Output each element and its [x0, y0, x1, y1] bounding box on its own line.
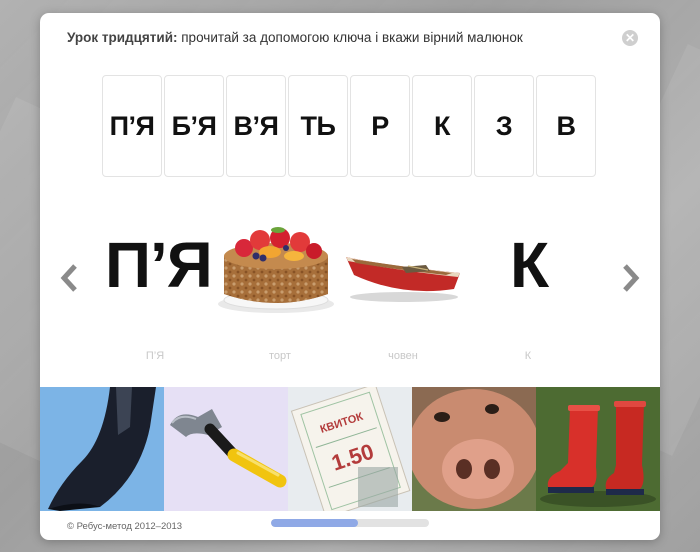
- rebus-caption: П’Я: [145, 350, 165, 362]
- key-card: Б’Я: [164, 75, 224, 177]
- answer-option[interactable]: [536, 387, 660, 511]
- copyright-text: © Ребус-метод 2012–2013: [67, 521, 183, 532]
- key-card: В’Я: [226, 75, 286, 177]
- progress-bar: [271, 519, 429, 527]
- chevron-right-icon: [623, 264, 640, 292]
- lesson-dialog: Урок тридцятий: прочитай за допомогою кл…: [40, 13, 660, 540]
- previous-arrow-button[interactable]: [59, 263, 79, 293]
- hoof-icon: [40, 387, 164, 511]
- next-arrow-button[interactable]: [621, 263, 641, 293]
- key-card: З: [474, 75, 534, 177]
- answer-options: КВИТОК 1.50: [40, 387, 660, 511]
- lesson-title: Урок тридцятий: прочитай за допомогою кл…: [67, 30, 523, 45]
- answer-option[interactable]: [164, 387, 288, 511]
- chevron-left-icon: [60, 264, 77, 292]
- close-button[interactable]: ✕: [622, 30, 638, 46]
- key-card: К: [412, 75, 472, 177]
- progress-fill: [271, 519, 358, 527]
- key-card: П’Я: [102, 75, 162, 177]
- answer-option[interactable]: КВИТОК 1.50: [288, 387, 412, 511]
- rebus-caption: торт: [269, 350, 291, 362]
- key-card: ТЬ: [288, 75, 348, 177]
- answer-option[interactable]: [40, 387, 164, 511]
- key-card: Р: [350, 75, 410, 177]
- lesson-title-bold: Урок тридцятий:: [67, 30, 178, 45]
- rebus-caption: човен: [388, 350, 418, 362]
- key-card: В: [536, 75, 596, 177]
- hammer-icon: [164, 387, 288, 511]
- ticket-icon: КВИТОК 1.50: [288, 387, 412, 511]
- red-boots-icon: [536, 387, 660, 511]
- rebus-caption: К: [524, 350, 532, 362]
- rebus-letter: К: [510, 229, 549, 301]
- close-icon: ✕: [624, 31, 636, 45]
- answer-option[interactable]: [412, 387, 536, 511]
- pig-snout-icon: [412, 387, 536, 511]
- rebus-syllable: П’Я: [105, 229, 213, 301]
- boat-icon: [346, 257, 460, 302]
- cake-icon: [218, 227, 334, 313]
- lesson-title-instruction: прочитай за допомогою ключа і вкажи вірн…: [177, 30, 523, 45]
